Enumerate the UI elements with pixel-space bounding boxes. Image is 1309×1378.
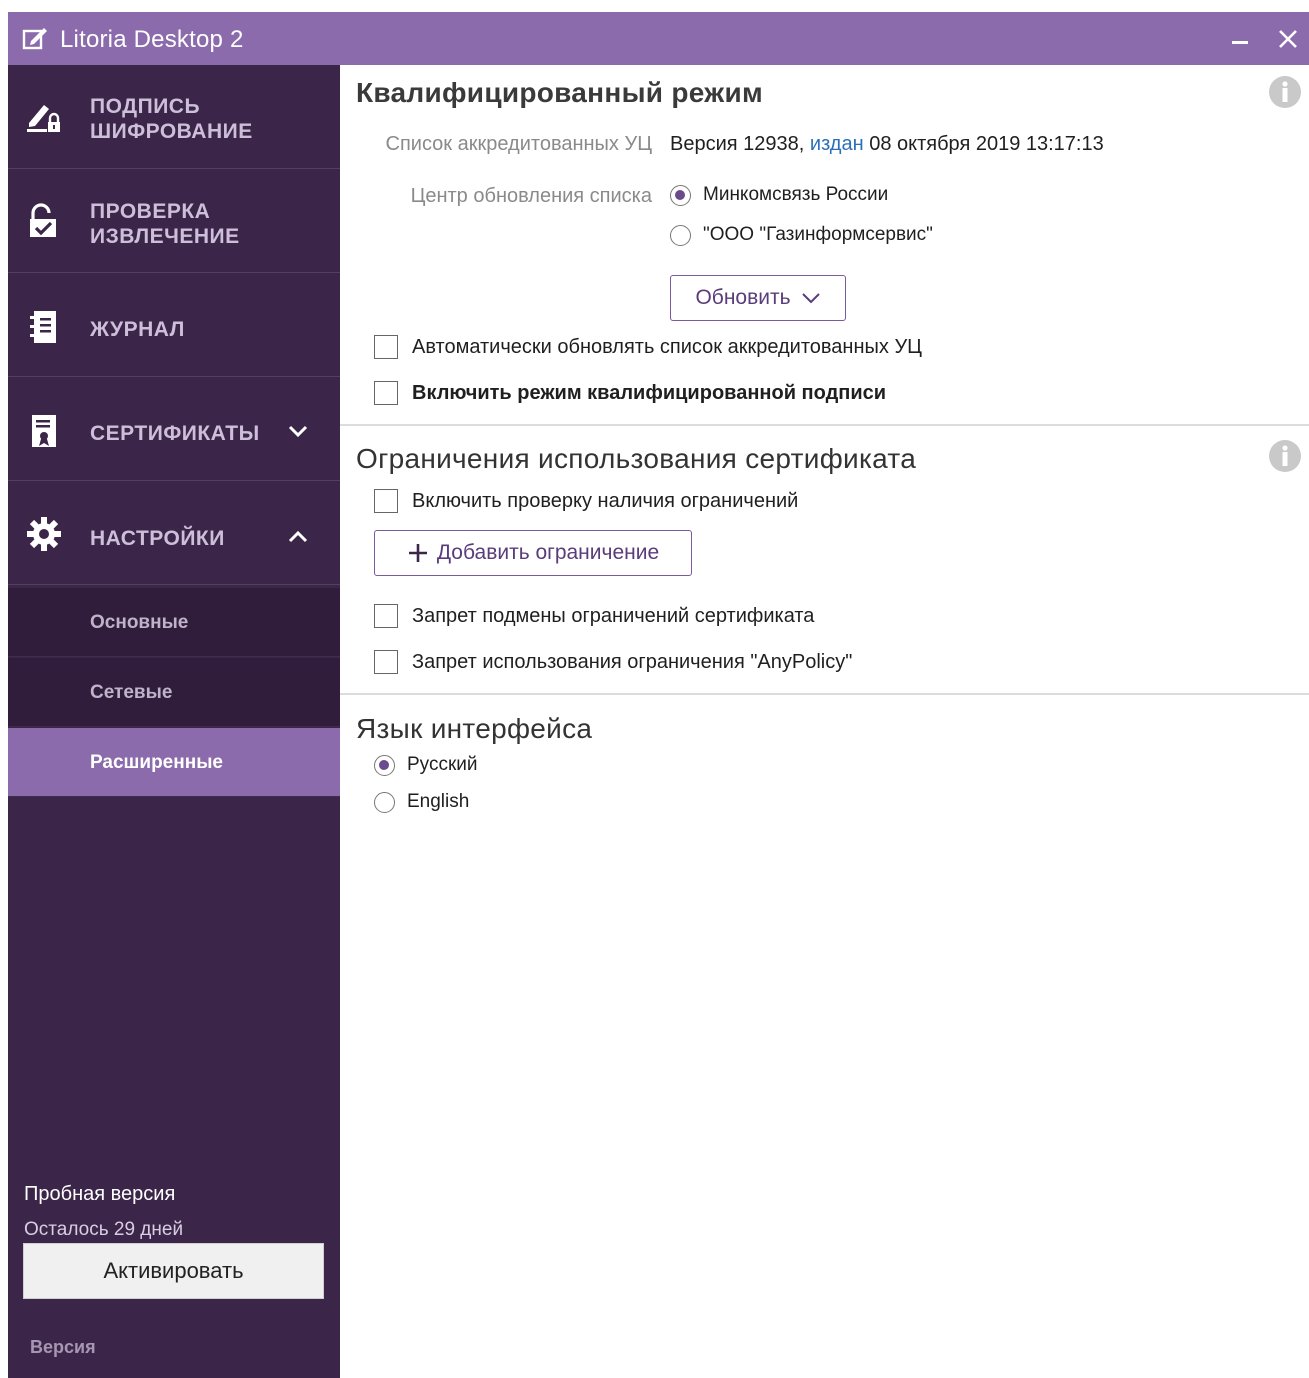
radio-button[interactable] bbox=[374, 754, 395, 776]
forbid-anypolicy-label: Запрет использования ограничения "AnyPol… bbox=[412, 650, 853, 673]
auto-update-label: Автоматически обновлять список аккредито… bbox=[412, 335, 922, 358]
add-restriction-label: Добавить ограничение bbox=[436, 541, 660, 564]
sidebar-subitem-label: Сетевые bbox=[90, 682, 173, 703]
sidebar-item-label: ПРОВЕРКА bbox=[90, 200, 211, 223]
trial-title: Пробная версия bbox=[24, 1183, 176, 1205]
radio-label: Русский bbox=[407, 754, 478, 775]
chevron-down-icon bbox=[801, 293, 820, 304]
language-option-english[interactable]: English bbox=[374, 791, 469, 813]
update-button-label: Обновить bbox=[695, 286, 791, 309]
enable-restrictions-check-row[interactable]: Включить проверку наличия ограничений bbox=[374, 489, 798, 513]
settings-content: Квалифицированный режим Список аккредито… bbox=[340, 65, 1309, 1378]
section-title-language: Язык интерфейса bbox=[356, 713, 593, 744]
radio-button[interactable] bbox=[670, 224, 691, 246]
sidebar-item-label: ЖУРНАЛ bbox=[90, 318, 185, 341]
enable-qualified-checkbox-row[interactable]: Включить режим квалифицированной подписи bbox=[374, 381, 886, 405]
ca-list-label: Список аккредитованных УЦ bbox=[385, 133, 652, 155]
radio-label: Минкомсвязь России bbox=[703, 184, 889, 205]
chevron-up-icon bbox=[288, 530, 308, 543]
radio-label: "ООО "Газинформсервис" bbox=[703, 224, 933, 245]
sidebar-subitem-network[interactable]: Сетевые bbox=[8, 658, 340, 727]
forbid-substitution-checkbox[interactable] bbox=[374, 604, 398, 628]
journal-icon bbox=[30, 311, 56, 343]
window-title: Litoria Desktop 2 bbox=[60, 26, 244, 53]
sidebar-item-label: ШИФРОВАНИЕ bbox=[90, 120, 253, 143]
radio-button[interactable] bbox=[670, 184, 691, 206]
pen-lock-icon bbox=[27, 105, 60, 132]
radio-label: English bbox=[407, 791, 470, 812]
enable-qualified-label: Включить режим квалифицированной подписи bbox=[412, 381, 887, 404]
sidebar-item-label: ПОДПИСЬ bbox=[90, 95, 201, 118]
enable-restrictions-checkbox[interactable] bbox=[374, 489, 398, 513]
update-center-label: Центр обновления списка bbox=[410, 185, 652, 207]
sidebar-item-journal[interactable]: ЖУРНАЛ bbox=[8, 273, 340, 377]
section-divider bbox=[340, 424, 1309, 426]
trial-days-remaining: Осталось 29 дней bbox=[24, 1219, 184, 1240]
minimize-icon bbox=[1232, 41, 1248, 44]
sidebar-subitem-advanced[interactable]: Расширенные bbox=[8, 728, 340, 797]
minimize-button[interactable] bbox=[1222, 20, 1258, 58]
sidebar-item-label: СЕРТИФИКАТЫ bbox=[90, 422, 260, 445]
sidebar: ПОДПИСЬ ШИФРОВАНИЕ ПРОВЕРКА ИЗВЛЕЧЕНИЕ Ж… bbox=[8, 65, 340, 1378]
auto-update-checkbox-row[interactable]: Автоматически обновлять список аккредито… bbox=[374, 335, 922, 359]
ca-list-date: 08 октября 2019 13:17:13 bbox=[869, 133, 1104, 155]
ca-list-issued-link[interactable]: издан bbox=[810, 133, 864, 155]
forbid-anypolicy-row[interactable]: Запрет использования ограничения "AnyPol… bbox=[374, 650, 852, 674]
section-title-restrictions: Ограничения использования сертификата bbox=[356, 443, 917, 474]
close-icon bbox=[1279, 30, 1297, 48]
sidebar-item-certificates[interactable]: СЕРТИФИКАТЫ bbox=[8, 377, 340, 481]
forbid-anypolicy-checkbox[interactable] bbox=[374, 650, 398, 674]
section-title-qualified: Квалифицированный режим bbox=[356, 77, 763, 108]
title-bar: Litoria Desktop 2 bbox=[8, 12, 1309, 65]
app-window: Litoria Desktop 2 ПОДПИСЬ ШИФРОВАНИЕ ПРО… bbox=[8, 12, 1309, 1378]
unlock-check-icon bbox=[30, 203, 56, 237]
update-center-option-minkomsvyaz[interactable]: Минкомсвязь России bbox=[670, 184, 888, 206]
sidebar-subitem-label: Основные bbox=[90, 612, 189, 633]
sidebar-subitem-label: Расширенные bbox=[90, 752, 223, 773]
sidebar-item-verify-extract[interactable]: ПРОВЕРКА ИЗВЛЕЧЕНИЕ bbox=[8, 169, 340, 273]
info-icon[interactable] bbox=[1268, 439, 1302, 473]
sidebar-item-sign-encrypt[interactable]: ПОДПИСЬ ШИФРОВАНИЕ bbox=[8, 65, 340, 169]
sidebar-item-settings[interactable]: НАСТРОЙКИ bbox=[8, 481, 340, 585]
section-divider bbox=[340, 693, 1309, 695]
activate-button[interactable]: Активировать bbox=[23, 1243, 324, 1299]
chevron-down-icon bbox=[288, 425, 308, 438]
update-center-option-gazinformservice[interactable]: "ООО "Газинформсервис" bbox=[670, 224, 933, 246]
version-label: Версия bbox=[30, 1337, 96, 1357]
auto-update-checkbox[interactable] bbox=[374, 335, 398, 359]
gear-icon bbox=[27, 517, 61, 551]
update-dropdown-button[interactable]: Обновить bbox=[670, 275, 846, 321]
ca-list-info: Версия 12938, издан 08 октября 2019 13:1… bbox=[670, 133, 1104, 156]
enable-restrictions-label: Включить проверку наличия ограничений bbox=[412, 489, 799, 512]
language-option-russian[interactable]: Русский bbox=[374, 754, 478, 776]
plus-icon bbox=[408, 544, 427, 562]
forbid-substitution-label: Запрет подмены ограничений сертификата bbox=[412, 604, 815, 627]
certificate-icon bbox=[32, 415, 56, 447]
info-icon[interactable] bbox=[1268, 75, 1302, 109]
sidebar-item-label: НАСТРОЙКИ bbox=[90, 527, 225, 550]
app-logo-icon bbox=[22, 28, 47, 50]
close-button[interactable] bbox=[1270, 20, 1306, 58]
radio-button[interactable] bbox=[374, 791, 395, 813]
sidebar-subitem-general[interactable]: Основные bbox=[8, 588, 340, 657]
ca-list-version: Версия 12938, bbox=[670, 133, 805, 155]
sidebar-item-label: ИЗВЛЕЧЕНИЕ bbox=[90, 225, 240, 248]
enable-qualified-checkbox[interactable] bbox=[374, 381, 398, 405]
forbid-substitution-row[interactable]: Запрет подмены ограничений сертификата bbox=[374, 604, 814, 628]
add-restriction-button[interactable]: Добавить ограничение bbox=[374, 530, 692, 576]
